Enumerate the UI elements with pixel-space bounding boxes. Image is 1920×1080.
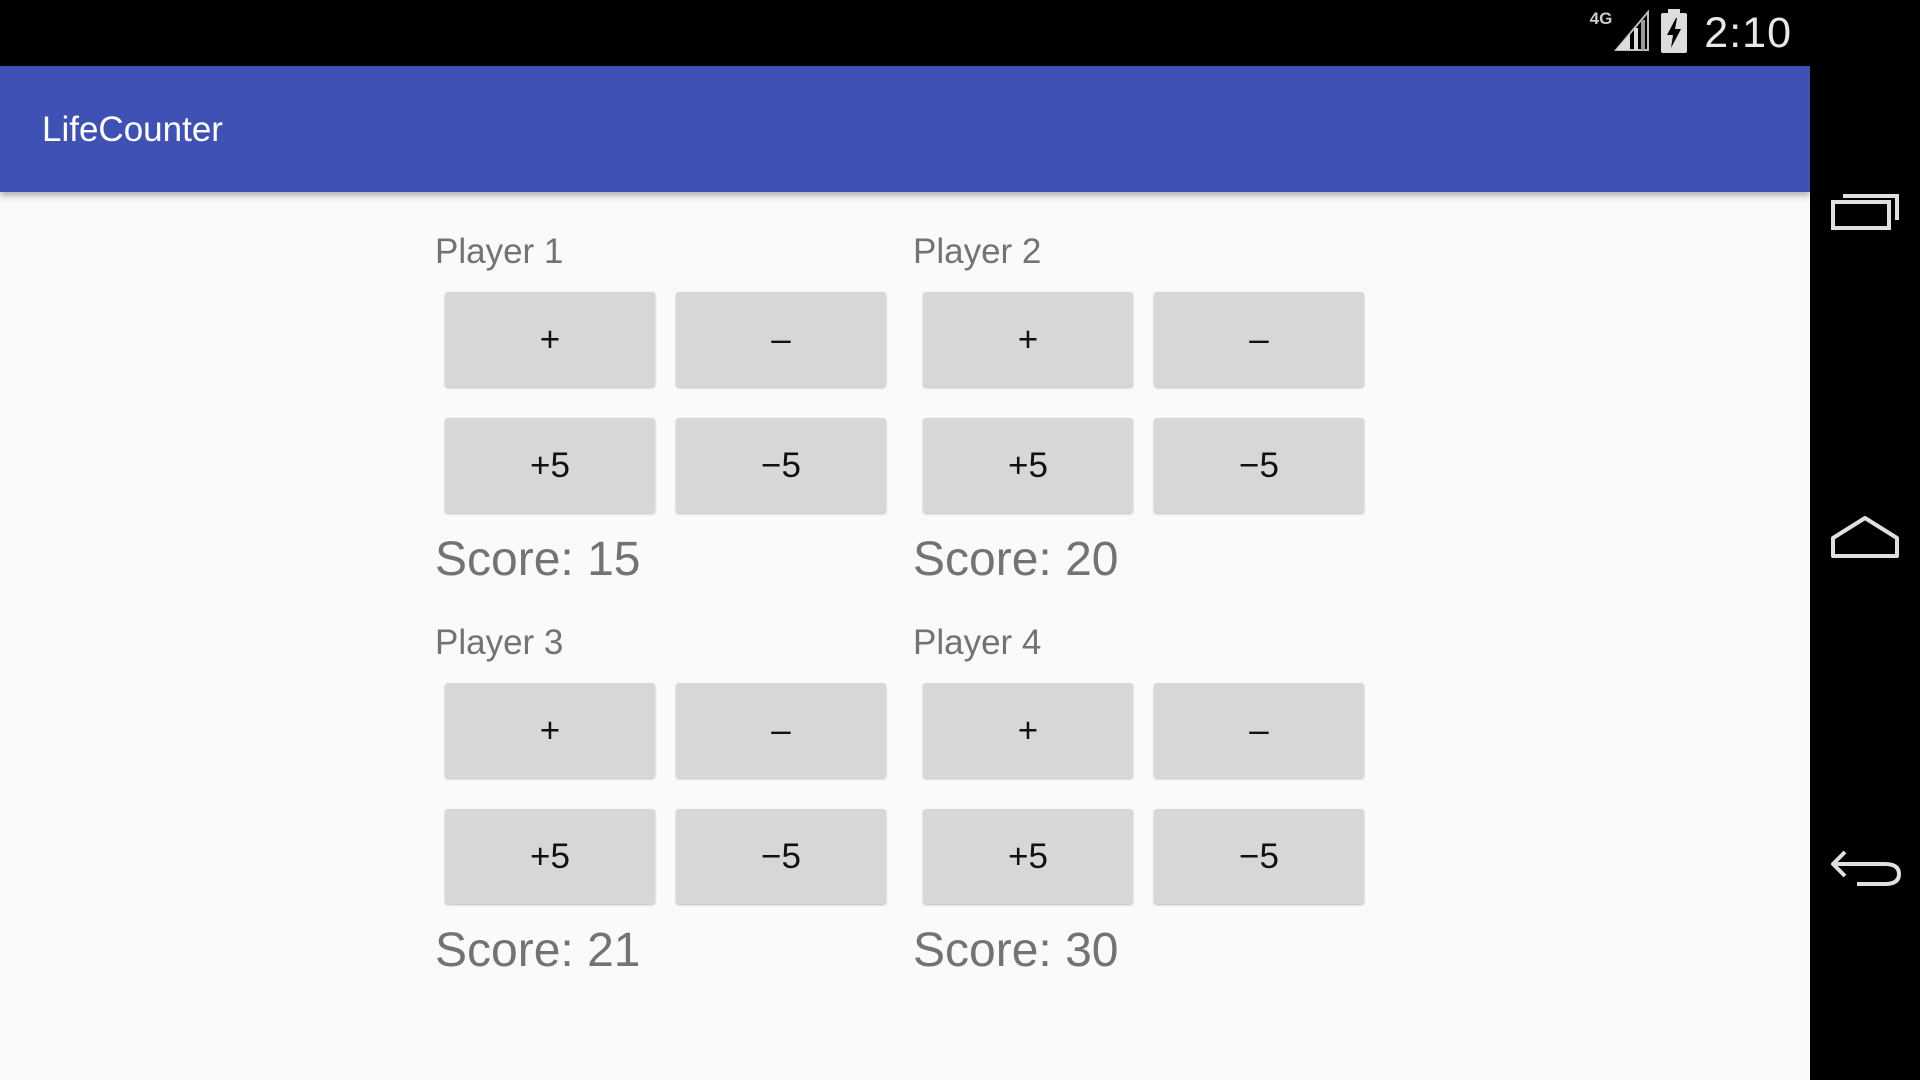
home-icon[interactable] <box>1825 506 1905 566</box>
status-bar: 4G 2:10 <box>0 0 1810 66</box>
player-4-minus5-button[interactable]: −5 <box>1154 809 1364 904</box>
player-4-plus5-button[interactable]: +5 <box>923 809 1133 904</box>
player-4-plus-button[interactable]: + <box>923 683 1133 778</box>
player-1-minus5-button[interactable]: −5 <box>676 418 886 513</box>
player-3-plus5-button[interactable]: +5 <box>445 809 655 904</box>
player-3-score: Score: 21 <box>435 924 641 977</box>
player-1-score: Score: 15 <box>435 533 641 586</box>
app-bar: LifeCounter <box>0 66 1810 192</box>
player-2-minus5-button[interactable]: −5 <box>1154 418 1364 513</box>
player-name: Player 4 <box>913 623 1042 662</box>
status-time: 2:10 <box>1704 8 1792 57</box>
player-2-score: Score: 20 <box>913 533 1119 586</box>
player-name: Player 3 <box>435 623 564 662</box>
player-4-score: Score: 30 <box>913 924 1119 977</box>
player-grid: Player 1 + – +5 −5 Score: 15 Player 2 + … <box>0 192 1810 1080</box>
player-1-plus-button[interactable]: + <box>445 292 655 387</box>
player-name: Player 2 <box>913 232 1042 271</box>
player-2-plus-button[interactable]: + <box>923 292 1133 387</box>
player-name: Player 1 <box>435 232 564 271</box>
player-2-plus5-button[interactable]: +5 <box>923 418 1133 513</box>
player-3-minus5-button[interactable]: −5 <box>676 809 886 904</box>
player-4-minus-button[interactable]: – <box>1154 683 1364 778</box>
player-1-minus-button[interactable]: – <box>676 292 886 387</box>
app-title: LifeCounter <box>42 110 223 149</box>
player-3-plus-button[interactable]: + <box>445 683 655 778</box>
status-icons: 4G 2:10 <box>1582 0 1792 66</box>
player-3-minus-button[interactable]: – <box>676 683 886 778</box>
signal-icon <box>1614 8 1650 57</box>
player-2-minus-button[interactable]: – <box>1154 292 1364 387</box>
back-icon[interactable] <box>1825 836 1905 896</box>
network-type-label: 4G <box>1589 9 1613 28</box>
battery-charging-icon <box>1660 8 1688 58</box>
player-1-plus5-button[interactable]: +5 <box>445 418 655 513</box>
navigation-bar <box>1810 0 1920 1080</box>
recent-apps-icon[interactable] <box>1825 180 1905 240</box>
